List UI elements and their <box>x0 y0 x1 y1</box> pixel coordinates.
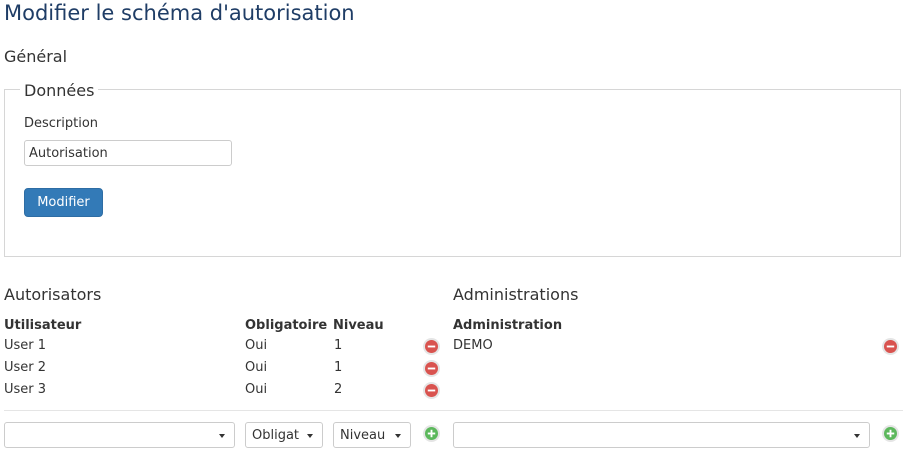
caret-down-icon <box>219 434 225 438</box>
description-label: Description <box>24 116 99 131</box>
row-level: 2 <box>334 382 343 397</box>
caret-down-icon <box>854 434 860 438</box>
page-title: Modifier le schéma d'autorisation <box>4 1 355 25</box>
add-administration-button[interactable] <box>882 425 899 442</box>
row-user: User 1 <box>4 338 47 353</box>
plus-circle-icon <box>884 427 897 440</box>
administration-row-name: DEMO <box>453 338 493 353</box>
donnees-fieldset <box>4 89 901 257</box>
remove-autorisator-button[interactable] <box>423 338 440 355</box>
row-level: 1 <box>334 360 343 375</box>
modify-button[interactable]: Modifier <box>24 188 103 217</box>
administration-select[interactable] <box>453 422 870 448</box>
level-select-value: Niveau <box>340 427 386 443</box>
description-input[interactable] <box>24 140 232 166</box>
fieldset-legend: Données <box>20 81 99 100</box>
column-header-level: Niveau <box>333 318 384 333</box>
row-user: User 2 <box>4 360 47 375</box>
minus-circle-icon <box>884 340 897 353</box>
row-mandatory: Oui <box>245 382 268 397</box>
row-level: 1 <box>334 338 343 353</box>
caret-down-icon <box>307 434 313 438</box>
mandatory-select-value: Obligat <box>252 427 300 443</box>
remove-administration-button[interactable] <box>882 338 899 355</box>
caret-down-icon <box>395 434 401 438</box>
user-select[interactable] <box>4 422 235 448</box>
add-autorisator-button[interactable] <box>423 425 440 442</box>
remove-autorisator-button[interactable] <box>423 360 440 377</box>
mandatory-select[interactable]: Obligat <box>245 422 323 448</box>
row-mandatory: Oui <box>245 338 268 353</box>
section-title-general: Général <box>4 47 68 66</box>
column-header-administration: Administration <box>453 318 563 333</box>
level-select[interactable]: Niveau <box>333 422 411 448</box>
minus-circle-icon <box>425 340 438 353</box>
row-user: User 3 <box>4 382 47 397</box>
minus-circle-icon <box>425 362 438 375</box>
column-header-mandatory: Obligatoire <box>245 318 328 333</box>
remove-autorisator-button[interactable] <box>423 382 440 399</box>
divider <box>4 410 903 411</box>
column-header-user: Utilisateur <box>4 318 82 333</box>
plus-circle-icon <box>425 427 438 440</box>
row-mandatory: Oui <box>245 360 268 375</box>
administrations-title: Administrations <box>453 285 579 304</box>
minus-circle-icon <box>425 384 438 397</box>
autorisators-title: Autorisators <box>4 285 102 304</box>
